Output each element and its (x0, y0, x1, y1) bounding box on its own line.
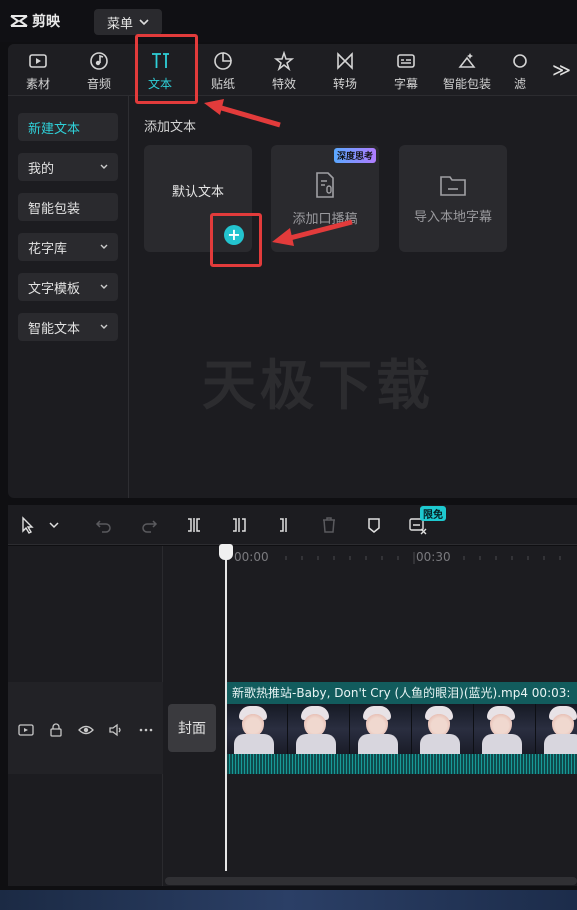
video-clip[interactable]: 新歌热推站-Baby, Don't Cry (人鱼的眼泪)(蓝光).mp4 00… (226, 682, 577, 774)
sidebar-item-text-templates[interactable]: 文字模板 (18, 273, 118, 301)
text-sidebar: 新建文本 我的 智能包装 花字库 文字模板 智能文本 (8, 96, 129, 498)
select-cursor-icon[interactable] (18, 515, 38, 535)
tab-label: 音频 (86, 77, 111, 91)
effects-icon (273, 50, 295, 72)
sidebar-item-label: 智能包装 (28, 201, 81, 217)
tab-label: 贴纸 (210, 77, 235, 91)
subtitle-icon (397, 54, 415, 68)
app-name: 剪映 (32, 14, 60, 30)
tab-label: 字幕 (393, 77, 418, 91)
clip-thumbnail (226, 704, 288, 754)
trim-right-icon[interactable] (274, 515, 294, 535)
tab-label: 特效 (271, 77, 296, 91)
tab-transition[interactable]: 转场 (317, 50, 373, 94)
sidebar-item-new-text[interactable]: 新建文本 (18, 113, 118, 141)
tab-sticker[interactable]: 贴纸 (195, 50, 251, 94)
chevron-down-icon[interactable] (48, 515, 60, 535)
import-subtitle-card[interactable]: 导入本地字幕 (399, 145, 507, 252)
split-icon[interactable] (184, 515, 204, 535)
clip-thumbnail (536, 704, 577, 754)
cover-button[interactable]: 封面 (168, 704, 216, 752)
chevron-down-icon (100, 324, 108, 329)
video-track-header (8, 682, 163, 774)
sidebar-item-label: 我的 (28, 161, 55, 177)
video-track-icon (18, 724, 34, 736)
category-toolbar: 素材 音频 文本 贴纸 特效 转场 字幕 智能包装 滤 ≫ (8, 44, 577, 96)
document-mic-icon (316, 172, 334, 198)
tab-subtitle[interactable]: 字幕 (378, 50, 434, 94)
card-label: 默认文本 (171, 185, 224, 200)
more-options-icon[interactable] (138, 722, 154, 738)
tab-filter[interactable]: 滤 (500, 50, 540, 94)
clip-thumbnail (288, 704, 350, 754)
marker-icon[interactable] (364, 515, 384, 535)
sidebar-item-font-library[interactable]: 花字库 (18, 233, 118, 261)
media-panel: 素材 音频 文本 贴纸 特效 转场 字幕 智能包装 滤 ≫ 新建文本 我的 智能… (8, 44, 577, 498)
annotation-box-plus (210, 213, 262, 267)
timeline-toolbar: 限免 (8, 505, 577, 545)
annotation-arrow-icon (272, 219, 353, 246)
sidebar-item-label: 新建文本 (28, 121, 81, 137)
chevron-down-icon (100, 164, 108, 169)
free-limited-badge: 限免 (420, 506, 446, 521)
tab-effects[interactable]: 特效 (256, 50, 312, 94)
chevron-down-icon (139, 19, 149, 26)
capcut-logo-icon (10, 15, 28, 27)
tab-audio[interactable]: 音频 (71, 50, 127, 94)
volume-icon[interactable] (108, 722, 124, 738)
menu-button[interactable]: 菜单 (94, 9, 162, 35)
lock-icon[interactable] (48, 722, 64, 738)
clip-thumbnails (226, 704, 577, 754)
more-tabs-button[interactable]: ≫ (552, 60, 571, 81)
timeline-area: 00:00 00:30 封面 新歌热推站-Baby, Don't Cry (人鱼… (8, 546, 577, 886)
text-content-area: 添加文本 默认文本 + 深度思考 添加口播稿 导入本地字幕 天极下载 (130, 96, 577, 498)
undo-icon[interactable] (94, 515, 114, 535)
tab-label: 转场 (332, 77, 357, 91)
annotation-box-text-tab (135, 34, 198, 104)
app-logo: 剪映 (10, 11, 60, 31)
sidebar-item-label: 智能文本 (28, 321, 81, 337)
audio-icon (90, 52, 108, 70)
redo-icon[interactable] (139, 515, 159, 535)
clip-thumbnail (474, 704, 536, 754)
tab-label: 素材 (25, 77, 50, 91)
sticker-icon (214, 52, 232, 70)
tab-media[interactable]: 素材 (10, 50, 66, 94)
sidebar-item-label: 花字库 (28, 241, 68, 257)
sidebar-item-smart-text[interactable]: 智能文本 (18, 313, 118, 341)
smart-pack-icon (458, 53, 476, 68)
chevron-down-icon (100, 244, 108, 249)
annotation-arrow-icon (204, 99, 281, 128)
tab-label: 智能包装 (442, 77, 491, 91)
clip-thumbnail (412, 704, 474, 754)
clip-title: 新歌热推站-Baby, Don't Cry (人鱼的眼泪)(蓝光).mp4 00… (226, 682, 577, 704)
playhead[interactable] (225, 546, 227, 871)
chevron-down-icon (100, 284, 108, 289)
delete-icon[interactable] (319, 515, 339, 535)
ruler-ticks (285, 552, 561, 564)
deep-thinking-badge: 深度思考 (333, 148, 376, 163)
sidebar-item-label: 文字模板 (28, 281, 81, 297)
playhead-handle[interactable] (219, 544, 233, 560)
transition-icon (337, 52, 353, 70)
audio-waveform (226, 754, 577, 774)
tab-label: 滤 (513, 77, 526, 91)
tab-smart-pack[interactable]: 智能包装 (439, 50, 495, 94)
section-title: 添加文本 (144, 120, 197, 135)
desktop-taskbar-edge (0, 890, 577, 910)
folder-icon (440, 176, 466, 196)
media-icon (29, 54, 47, 68)
trim-left-icon[interactable] (229, 515, 249, 535)
sidebar-item-mine[interactable]: 我的 (18, 153, 118, 181)
title-bar: 剪映 菜单 (0, 0, 577, 42)
filter-icon (513, 54, 527, 68)
eye-icon[interactable] (78, 722, 94, 738)
card-label: 导入本地字幕 (413, 210, 492, 225)
menu-label: 菜单 (106, 16, 133, 32)
clip-thumbnail (350, 704, 412, 754)
timeline-scrollbar[interactable] (165, 877, 577, 885)
watermark: 天极下载 (202, 354, 434, 417)
sidebar-item-smart-pack[interactable]: 智能包装 (18, 193, 118, 221)
